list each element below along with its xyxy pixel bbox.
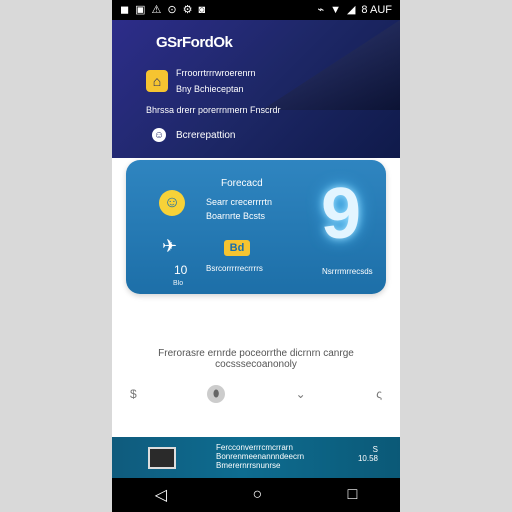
home-line2: Bny Bchieceptan <box>176 84 244 94</box>
notification-icon: ◼ <box>120 3 130 16</box>
wifi-icon: ▼ <box>330 3 341 16</box>
share-icon[interactable]: ς <box>376 387 382 401</box>
chevron-down-icon[interactable]: ⌄ <box>296 387 306 401</box>
card-substat: Blo <box>173 280 184 287</box>
status-right: ⌁ ▼ ◢ 8 AUF <box>317 4 392 16</box>
banner-stat: S 10.58 <box>318 445 378 470</box>
home-line1: Frroorrtrrrwroerenrn <box>176 68 256 78</box>
card-big-number: 9 <box>321 174 362 254</box>
body-text: Frerorasre ernrde poceorrthe dicrnrn can… <box>158 348 354 370</box>
warning-icon: ⚠ <box>151 3 162 16</box>
app-icon: ◙ <box>198 3 206 16</box>
status-time: 8 AUF <box>361 4 392 16</box>
key-icon: ✈ <box>162 236 178 256</box>
card-desc-line1: Searr crecerrrrtn <box>206 197 273 207</box>
signal-icon: ◢ <box>346 3 356 16</box>
bluetooth-icon: ⌁ <box>317 3 325 16</box>
banner-stat-top: S <box>372 445 378 454</box>
card-title: Forecacd <box>221 178 263 189</box>
app-brand: GSrFordOk <box>156 34 233 51</box>
card-progress-text: Bsrcorrrrrecrrrrs <box>206 264 263 273</box>
settings-icon: ⚙ <box>182 3 193 16</box>
info-icon[interactable]: ⬮ <box>207 385 226 403</box>
header-row2: Bhrssa drerr porerrnmern Fnscrdr <box>146 105 281 115</box>
bottom-banner[interactable]: Fercconverrrcmcrrarn Bonrenmeenannndeecr… <box>112 437 400 478</box>
icons-row: $ ⬮ ⌄ ς <box>130 385 382 403</box>
card-right-label: Nsrrrmrrecsds <box>322 267 373 276</box>
banner-stat-value: 10.58 <box>357 454 378 463</box>
header: GSrFordOk ⌂ Frroorrtrrrwroerenrn Bny Bch… <box>112 20 400 158</box>
home-text: Frroorrtrrrwroerenrn Bny Bchieceptan <box>176 68 256 94</box>
header-row-profile[interactable]: ☺ Bcrerepattion <box>152 128 235 142</box>
card-description: Searr crecerrrrtn Boarnrte Bcsts <box>206 195 316 223</box>
home-icon: ⌂ <box>146 70 168 92</box>
profile-label: Bcrerepattion <box>176 129 236 141</box>
phone-screen: ◼ ▣ ⚠ ⊙ ⚙ ◙ ⌁ ▼ ◢ 8 AUF GSrFordOk ⌂ Frro… <box>112 0 400 512</box>
card-badge: Bd <box>224 240 250 256</box>
status-bar: ◼ ▣ ⚠ ⊙ ⚙ ◙ ⌁ ▼ ◢ 8 AUF <box>112 0 400 20</box>
status-left: ◼ ▣ ⚠ ⊙ ⚙ ◙ <box>120 3 206 16</box>
card-desc-line2: Boarnrte Bcsts <box>206 211 266 221</box>
navigation-bar: ◁ ○ □ <box>112 478 400 512</box>
header-diagonal <box>262 20 400 110</box>
header-row-home[interactable]: ⌂ Frroorrtrrrwroerenrn Bny Bchieceptan <box>146 68 256 94</box>
forecast-card[interactable]: Forecacd ☺ Searr crecerrrrtn Boarnrte Bc… <box>126 160 386 294</box>
recents-button[interactable]: □ <box>348 486 358 504</box>
banner-thumbnail <box>148 447 176 469</box>
smile-icon: ☺ <box>159 190 185 216</box>
card-count: 10 <box>174 263 188 277</box>
currency-icon[interactable]: $ <box>130 387 137 401</box>
image-icon: ▣ <box>135 3 146 16</box>
home-button[interactable]: ○ <box>252 486 262 504</box>
target-icon: ⊙ <box>167 3 177 16</box>
person-icon: ☺ <box>152 128 166 142</box>
back-button[interactable]: ◁ <box>155 485 167 505</box>
